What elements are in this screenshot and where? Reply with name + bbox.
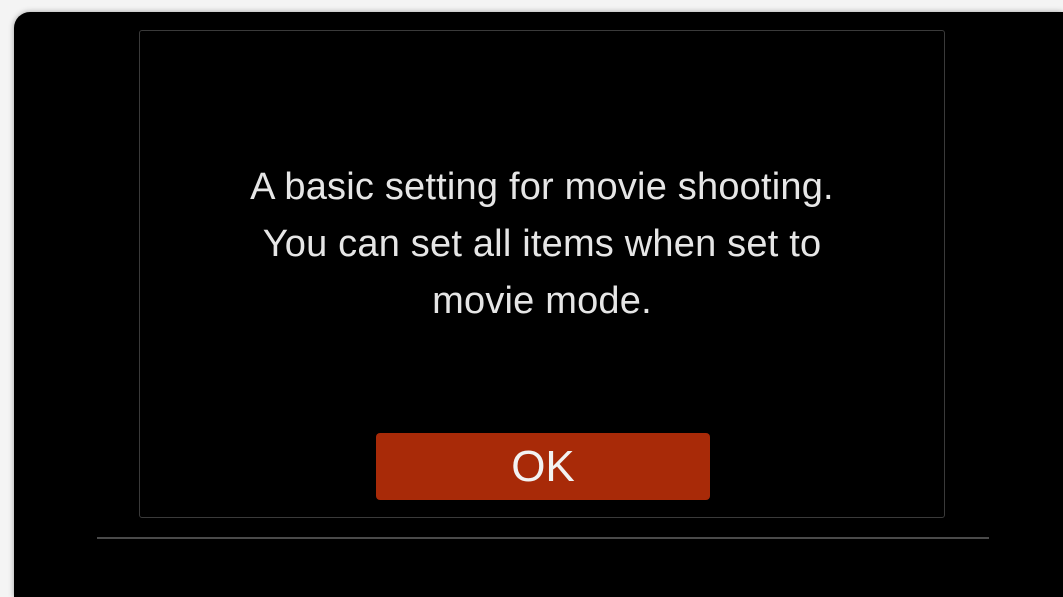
camera-screen: A basic setting for movie shooting. You …: [14, 12, 1063, 597]
info-dialog: A basic setting for movie shooting. You …: [139, 30, 945, 518]
dialog-message-line-1: A basic setting for movie shooting.: [250, 166, 834, 208]
ok-button[interactable]: OK: [376, 433, 710, 500]
dialog-message: A basic setting for movie shooting. You …: [140, 159, 944, 330]
bottom-divider: [97, 537, 989, 539]
dialog-message-line-3: movie mode.: [432, 280, 652, 322]
dialog-message-line-2: You can set all items when set to: [262, 223, 822, 265]
ok-button-label: OK: [511, 441, 575, 491]
